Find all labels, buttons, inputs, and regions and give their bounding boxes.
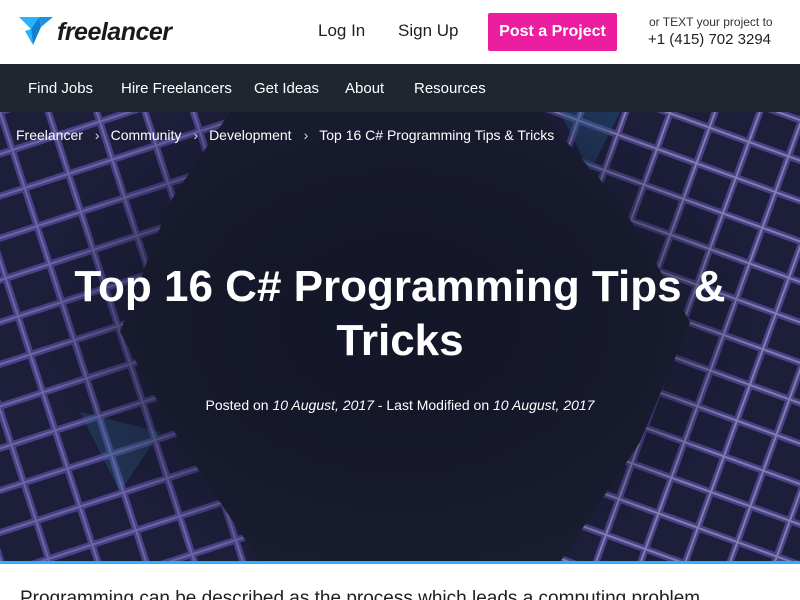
article-intro-text: Programming can be described as the proc… [20,588,701,600]
nav-resources[interactable]: Resources [414,80,486,97]
nav-find-jobs[interactable]: Find Jobs [28,80,93,97]
breadcrumb-separator-icon: › [193,127,199,143]
text-project-label: or TEXT your project to [649,15,773,29]
breadcrumb-separator-icon: › [303,127,309,143]
hero-bottom-border [0,561,800,564]
nav-get-ideas[interactable]: Get Ideas [254,80,319,97]
posted-date: 10 August, 2017 [272,397,374,413]
top-header: freelancer Log In Sign Up Post a Project… [0,0,800,64]
article-title: Top 16 C# Programming Tips & Tricks [74,262,726,365]
logo-wordmark: freelancer [57,17,172,46]
breadcrumb-freelancer[interactable]: Freelancer [16,127,83,143]
breadcrumb-separator-icon: › [94,127,100,143]
bird-logo-icon [19,17,53,45]
freelancer-logo[interactable]: freelancer [19,15,172,47]
breadcrumb-current-article[interactable]: Top 16 C# Programming Tips & Tricks [319,127,554,143]
nav-hire-freelancers[interactable]: Hire Freelancers [121,80,232,97]
nav-about[interactable]: About [345,80,384,97]
article-meta: Posted on 10 August, 2017 - Last Modifie… [0,397,800,413]
article-hero: Freelancer › Community › Development › T… [0,112,800,562]
posted-label: Posted on [205,397,269,413]
breadcrumb-community[interactable]: Community [111,127,182,143]
modified-date: 10 August, 2017 [493,397,595,413]
phone-number[interactable]: +1 (415) 702 3294 [648,31,771,48]
login-link[interactable]: Log In [318,21,365,41]
main-navigation: Find Jobs Hire Freelancers Get Ideas Abo… [0,64,800,112]
signup-link[interactable]: Sign Up [398,21,458,41]
breadcrumb: Freelancer › Community › Development › T… [16,127,554,143]
post-project-button[interactable]: Post a Project [488,13,617,51]
modified-label: - Last Modified on [377,397,490,413]
breadcrumb-development[interactable]: Development [209,127,292,143]
